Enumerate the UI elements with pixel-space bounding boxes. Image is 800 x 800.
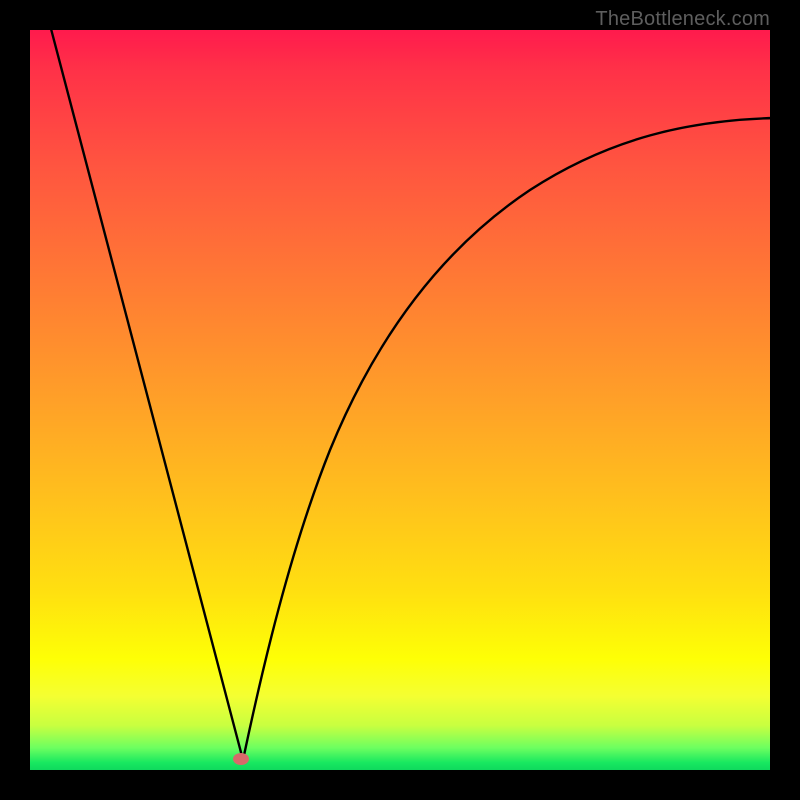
watermark-text: TheBottleneck.com	[595, 8, 770, 31]
curve-right-branch	[243, 118, 775, 760]
plot-area	[30, 30, 770, 770]
chart-frame: TheBottleneck.com	[0, 0, 800, 800]
curve-left-branch	[50, 25, 243, 760]
optimum-marker	[233, 753, 249, 765]
bottleneck-curve	[30, 30, 770, 770]
